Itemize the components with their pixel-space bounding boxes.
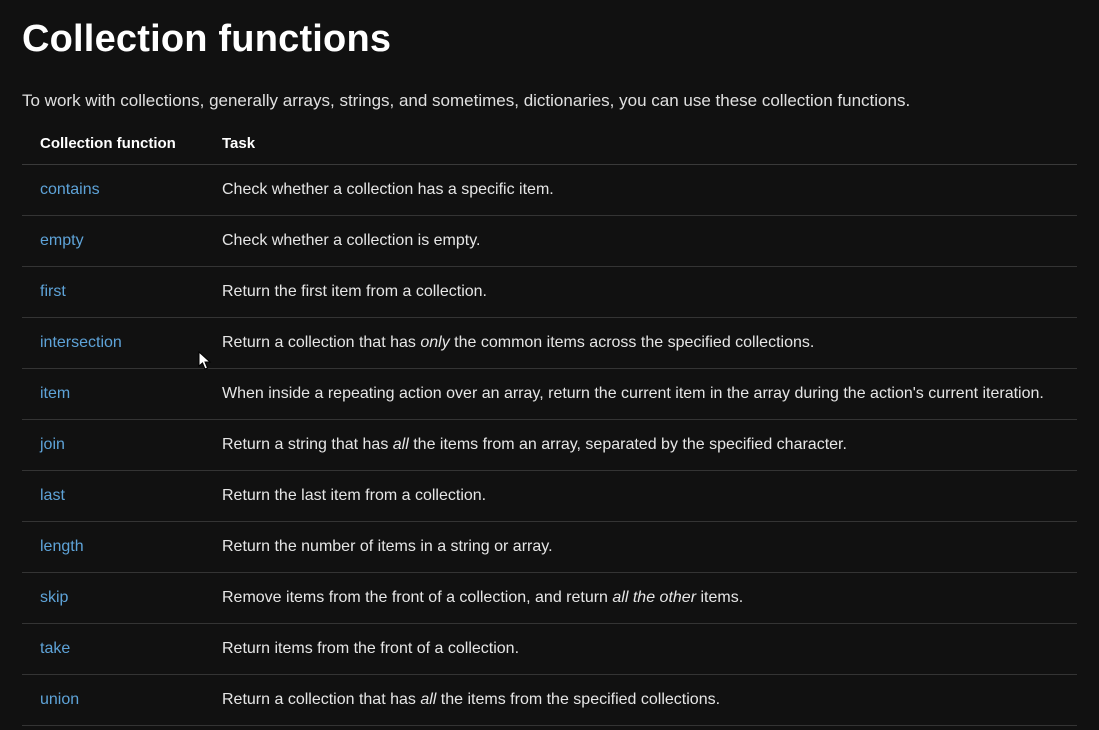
col-header-task: Task bbox=[204, 127, 1077, 165]
cell-function: item bbox=[22, 368, 204, 419]
cell-function: empty bbox=[22, 215, 204, 266]
function-link-last[interactable]: last bbox=[40, 487, 65, 504]
cell-function: take bbox=[22, 623, 204, 674]
function-link-empty[interactable]: empty bbox=[40, 232, 84, 249]
cell-function: intersection bbox=[22, 317, 204, 368]
task-text: the items from the specified collections… bbox=[436, 691, 720, 708]
table-row: skip Remove items from the front of a col… bbox=[22, 572, 1077, 623]
table-row: intersection Return a collection that has… bbox=[22, 317, 1077, 368]
function-link-item[interactable]: item bbox=[40, 385, 70, 402]
cell-task: Return the number of items in a string o… bbox=[204, 521, 1077, 572]
task-text: Check whether a collection has a specifi… bbox=[222, 181, 554, 198]
task-text: Return the last item from a collection. bbox=[222, 487, 486, 504]
cell-task: Check whether a collection has a specifi… bbox=[204, 164, 1077, 215]
task-text: When inside a repeating action over an a… bbox=[222, 385, 1044, 402]
table-body: contains Check whether a collection has a… bbox=[22, 164, 1077, 725]
task-text: items. bbox=[696, 589, 743, 606]
cell-task: Return a string that has all the items f… bbox=[204, 419, 1077, 470]
task-italic: all bbox=[393, 436, 409, 453]
cell-task: Return items from the front of a collect… bbox=[204, 623, 1077, 674]
function-link-length[interactable]: length bbox=[40, 538, 84, 555]
function-link-intersection[interactable]: intersection bbox=[40, 334, 122, 351]
cell-task: Return a collection that has only the co… bbox=[204, 317, 1077, 368]
task-text: Remove items from the front of a collect… bbox=[222, 589, 612, 606]
task-italic: all bbox=[420, 691, 436, 708]
cell-function: join bbox=[22, 419, 204, 470]
function-link-union[interactable]: union bbox=[40, 691, 79, 708]
cell-function: first bbox=[22, 266, 204, 317]
functions-table: Collection function Task contains Check w… bbox=[22, 127, 1077, 726]
task-text: Return the first item from a collection. bbox=[222, 283, 487, 300]
task-italic: all the other bbox=[612, 589, 696, 606]
task-text: Return a collection that has bbox=[222, 691, 420, 708]
task-italic: only bbox=[420, 334, 449, 351]
table-row: union Return a collection that has all th… bbox=[22, 674, 1077, 725]
task-text: Return a string that has bbox=[222, 436, 393, 453]
cell-task: Check whether a collection is empty. bbox=[204, 215, 1077, 266]
task-text: Return a collection that has bbox=[222, 334, 420, 351]
function-link-take[interactable]: take bbox=[40, 640, 70, 657]
intro-paragraph: To work with collections, generally arra… bbox=[22, 89, 1077, 113]
function-link-skip[interactable]: skip bbox=[40, 589, 68, 606]
function-link-first[interactable]: first bbox=[40, 283, 66, 300]
table-row: first Return the first item from a collec… bbox=[22, 266, 1077, 317]
table-row: contains Check whether a collection has a… bbox=[22, 164, 1077, 215]
table-row: take Return items from the front of a col… bbox=[22, 623, 1077, 674]
task-text: Check whether a collection is empty. bbox=[222, 232, 480, 249]
function-link-contains[interactable]: contains bbox=[40, 181, 100, 198]
cell-function: contains bbox=[22, 164, 204, 215]
cell-task: Return a collection that has all the ite… bbox=[204, 674, 1077, 725]
task-text: the common items across the specified co… bbox=[450, 334, 815, 351]
function-link-join[interactable]: join bbox=[40, 436, 65, 453]
task-text: the items from an array, separated by th… bbox=[409, 436, 847, 453]
cell-task: Return the first item from a collection. bbox=[204, 266, 1077, 317]
table-row: length Return the number of items in a st… bbox=[22, 521, 1077, 572]
cell-function: last bbox=[22, 470, 204, 521]
cell-function: skip bbox=[22, 572, 204, 623]
cell-task: Return the last item from a collection. bbox=[204, 470, 1077, 521]
cell-function: union bbox=[22, 674, 204, 725]
cell-function: length bbox=[22, 521, 204, 572]
task-text: Return items from the front of a collect… bbox=[222, 640, 519, 657]
cell-task: Remove items from the front of a collect… bbox=[204, 572, 1077, 623]
table-row: join Return a string that has all the ite… bbox=[22, 419, 1077, 470]
table-header-row: Collection function Task bbox=[22, 127, 1077, 165]
table-row: item When inside a repeating action over … bbox=[22, 368, 1077, 419]
table-row: empty Check whether a collection is empty… bbox=[22, 215, 1077, 266]
page: Collection functions To work with collec… bbox=[0, 0, 1099, 726]
table-row: last Return the last item from a collecti… bbox=[22, 470, 1077, 521]
cell-task: When inside a repeating action over an a… bbox=[204, 368, 1077, 419]
page-title: Collection functions bbox=[22, 18, 1077, 61]
col-header-function: Collection function bbox=[22, 127, 204, 165]
task-text: Return the number of items in a string o… bbox=[222, 538, 553, 555]
